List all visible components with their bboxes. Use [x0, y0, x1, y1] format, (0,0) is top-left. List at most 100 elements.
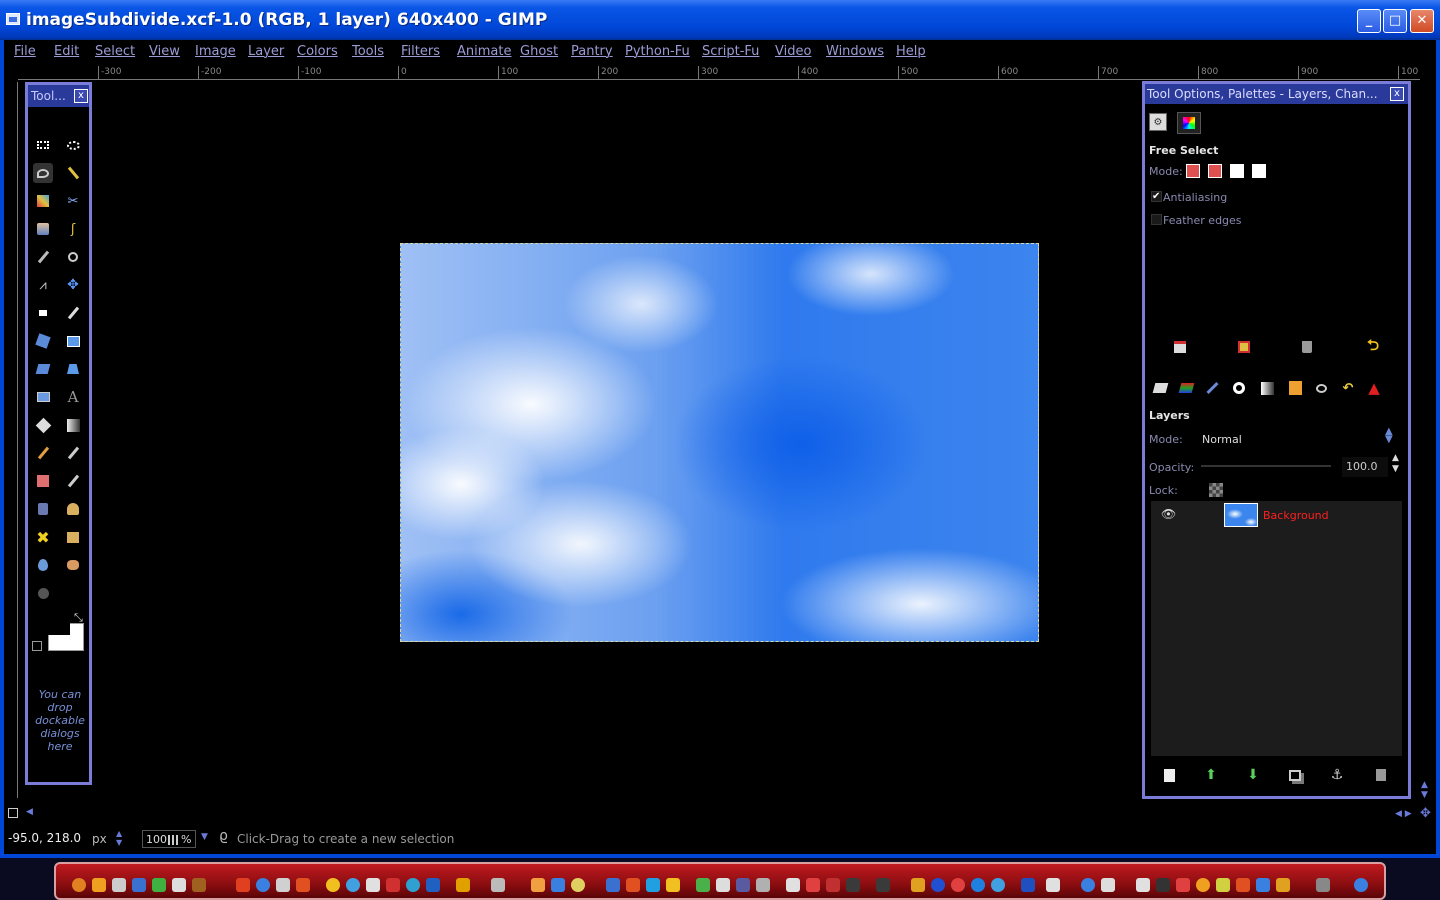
menu-windows[interactable]: Windows: [826, 44, 884, 59]
horizontal-ruler[interactable]: -300 -200 -100 0 100 200 300 400 500 600…: [18, 66, 1420, 80]
mode-replace-button[interactable]: [1186, 164, 1200, 178]
app-icon-r[interactable]: [756, 878, 770, 892]
app-icon-g[interactable]: [456, 878, 470, 892]
dock-close-button[interactable]: x: [1390, 87, 1404, 101]
layer-mode-dropdown-icon[interactable]: ▲ ▼: [1385, 427, 1393, 445]
app-icon-aa[interactable]: [1101, 878, 1115, 892]
close-button[interactable]: ✕: [1410, 9, 1434, 33]
tool-options-tab-icon[interactable]: ⚙: [1149, 113, 1167, 131]
media-icon[interactable]: [236, 878, 250, 892]
pencil-icon[interactable]: [33, 443, 53, 463]
mode-subtract-button[interactable]: [1230, 164, 1244, 178]
app-icon-t[interactable]: [846, 878, 860, 892]
menu-filters[interactable]: Filters: [401, 44, 440, 59]
unit-selector[interactable]: px: [92, 832, 107, 846]
align-icon[interactable]: [33, 303, 53, 323]
toolbox-header[interactable]: Tool... x: [28, 85, 89, 107]
layer-mode-select[interactable]: Normal: [1202, 433, 1242, 446]
duplicate-layer-icon[interactable]: [1286, 766, 1304, 784]
quick-mask-toggle[interactable]: [8, 808, 18, 818]
app-icon-u[interactable]: [876, 878, 890, 892]
feather-edges-checkbox[interactable]: [1151, 214, 1162, 225]
unit-dropdown-icon[interactable]: ▲ ▼: [116, 829, 122, 847]
mode-add-button[interactable]: [1208, 164, 1222, 178]
app-icon-ff[interactable]: [1236, 878, 1250, 892]
smudge-icon[interactable]: [63, 555, 83, 575]
swap-colors-icon[interactable]: ⤡: [74, 611, 83, 625]
menu-view[interactable]: View: [149, 44, 180, 59]
clock-icon[interactable]: [1081, 878, 1095, 892]
raise-layer-icon[interactable]: ⬆: [1202, 766, 1220, 784]
app-icon-d[interactable]: [386, 878, 400, 892]
antialiasing-checkbox[interactable]: ✔: [1151, 191, 1162, 202]
zoom-dropdown-icon[interactable]: ▼: [201, 832, 208, 842]
app-icon-v[interactable]: [911, 878, 925, 892]
browser-icon[interactable]: [256, 878, 270, 892]
crop-icon[interactable]: [63, 303, 83, 323]
zoom-level-input[interactable]: 100%: [142, 830, 196, 848]
launcher-icon[interactable]: [92, 878, 106, 892]
new-layer-icon[interactable]: [1160, 766, 1178, 784]
free-select-icon[interactable]: [33, 163, 53, 183]
shear-icon[interactable]: [33, 359, 53, 379]
vertical-ruler[interactable]: [4, 82, 18, 798]
app-icon-y[interactable]: [971, 878, 985, 892]
menu-layer[interactable]: Layer: [248, 44, 284, 59]
menu-animate[interactable]: Animate: [457, 44, 511, 59]
error-console-tab-icon[interactable]: ▲: [1365, 379, 1383, 397]
opacity-spin-icon[interactable]: ▲ ▼: [1392, 453, 1399, 475]
selection-editor-tab-icon[interactable]: [1286, 379, 1304, 397]
app-icon-jj[interactable]: [1354, 878, 1368, 892]
toolbox-close-button[interactable]: x: [74, 89, 88, 103]
delete-layer-icon[interactable]: [1372, 766, 1390, 784]
app-icon-m[interactable]: [626, 878, 640, 892]
title-bar[interactable]: imageSubdivide.xcf-1.0 (RGB, 1 layer) 64…: [0, 0, 1440, 40]
app-icon-e[interactable]: [406, 878, 420, 892]
app-icon-hh[interactable]: [1276, 878, 1290, 892]
opacity-slider[interactable]: [1201, 465, 1331, 467]
foreground-select-icon[interactable]: [33, 219, 53, 239]
menu-video[interactable]: Video: [775, 44, 811, 59]
menu-image[interactable]: Image: [195, 44, 236, 59]
move-icon[interactable]: ✥: [63, 275, 83, 295]
perspective-clone-icon[interactable]: [63, 527, 83, 547]
zoom-icon[interactable]: [63, 247, 83, 267]
app-icon-w[interactable]: [931, 878, 945, 892]
keyboard-icon[interactable]: [112, 878, 126, 892]
app-icon-cc[interactable]: [1176, 878, 1190, 892]
app-icon-q[interactable]: [716, 878, 730, 892]
app-icon-b[interactable]: [326, 878, 340, 892]
app-icon-z[interactable]: [1046, 878, 1060, 892]
eraser-icon[interactable]: [33, 471, 53, 491]
pdf-icon-2[interactable]: [806, 878, 820, 892]
text-app-icon[interactable]: [192, 878, 206, 892]
menu-ghost[interactable]: Ghost: [520, 44, 558, 59]
gimp-taskbar-icon[interactable]: [172, 878, 186, 892]
reset-options-icon[interactable]: ⮌: [1364, 336, 1382, 356]
paths-icon[interactable]: ʃ: [63, 219, 83, 239]
word-icon[interactable]: [1021, 878, 1035, 892]
chrome-icon[interactable]: [346, 878, 360, 892]
dock-header[interactable]: Tool Options, Palettes - Layers, Chan...…: [1145, 84, 1408, 104]
blur-icon[interactable]: [33, 555, 53, 575]
perspective-icon[interactable]: [63, 359, 83, 379]
blend-icon[interactable]: [63, 415, 83, 435]
network-icon[interactable]: [132, 878, 146, 892]
menu-select[interactable]: Select: [95, 44, 135, 59]
histogram-tab-icon[interactable]: [1258, 379, 1276, 397]
select-by-color-icon[interactable]: [33, 191, 53, 211]
ink-icon[interactable]: [33, 499, 53, 519]
app-icon-c[interactable]: [366, 878, 380, 892]
horizontal-scroll-arrows[interactable]: ◀ ▶: [1395, 809, 1412, 819]
app-icon-j[interactable]: [551, 878, 565, 892]
pdf-icon[interactable]: [786, 878, 800, 892]
fuzzy-select-icon[interactable]: [63, 163, 83, 183]
lock-alpha-checkbox[interactable]: [1209, 483, 1223, 497]
layer-name[interactable]: Background: [1263, 509, 1329, 522]
app-icon-ii[interactable]: [1316, 878, 1330, 892]
layer-row[interactable]: 👁 Background: [1151, 501, 1402, 529]
palettes-tab-icon[interactable]: [1177, 112, 1201, 134]
scale-icon[interactable]: [63, 331, 83, 351]
folder-icon[interactable]: [276, 878, 290, 892]
channels-tab-icon[interactable]: [1177, 379, 1195, 397]
